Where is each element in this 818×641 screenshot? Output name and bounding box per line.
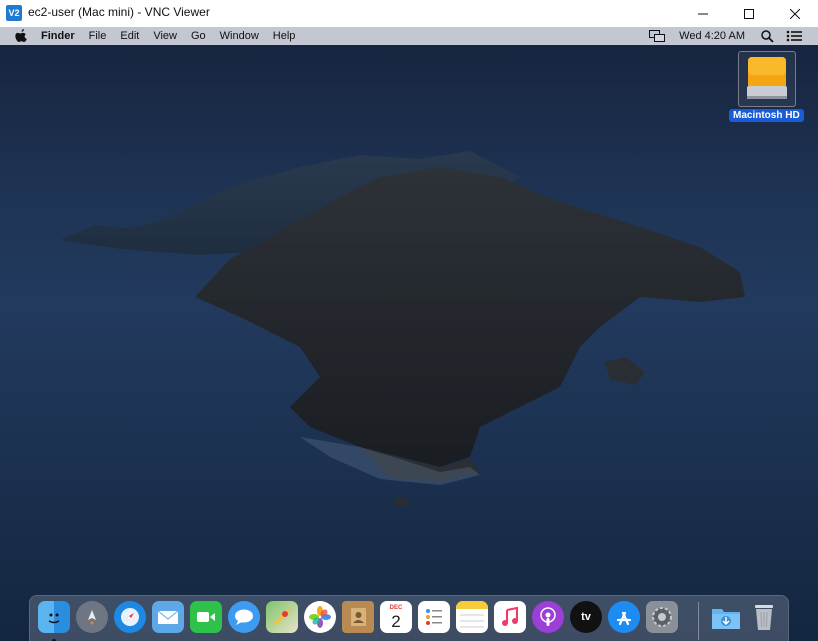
minimize-icon [698, 13, 708, 14]
calendar-month: DEC [389, 605, 403, 611]
trash-icon[interactable] [748, 601, 780, 633]
mail-icon[interactable] [152, 601, 184, 633]
downloads-icon[interactable] [710, 601, 742, 633]
facetime-icon[interactable] [190, 601, 222, 633]
podcasts-icon[interactable] [532, 601, 564, 633]
spotlight-search-icon[interactable] [761, 29, 774, 43]
window-title-bar: V2 ec2-user (Mac mini) - VNC Viewer [0, 0, 818, 28]
maximize-button[interactable] [726, 0, 772, 27]
hard-drive-icon [747, 57, 787, 99]
contacts-icon[interactable] [342, 601, 374, 633]
apple-menu-icon[interactable] [15, 29, 28, 43]
menu-bar-clock[interactable]: Wed 4:20 AM [679, 30, 745, 42]
screen-mirroring-icon[interactable] [649, 30, 666, 42]
apple-tv-icon[interactable]: tv [570, 601, 602, 633]
maximize-icon [744, 8, 754, 19]
menu-bar-extras: Wed 4:20 AM [637, 27, 818, 45]
close-icon [790, 8, 800, 19]
dock: DEC 2 tv [29, 595, 789, 641]
remote-desktop[interactable]: Finder File Edit View Go Window Help Wed… [0, 27, 818, 641]
calendar-day: 2 [391, 612, 401, 631]
launchpad-icon[interactable] [76, 601, 108, 633]
music-icon[interactable] [494, 601, 526, 633]
catalina-wallpaper [60, 151, 745, 507]
menu-view[interactable]: View [153, 30, 177, 42]
menu-file[interactable]: File [89, 30, 107, 42]
close-button[interactable] [772, 0, 818, 27]
maps-icon[interactable] [266, 601, 298, 633]
menu-help[interactable]: Help [273, 30, 296, 42]
reminders-icon[interactable] [418, 601, 450, 633]
menu-window[interactable]: Window [220, 30, 259, 42]
system-preferences-icon[interactable] [646, 601, 678, 633]
window-title: ec2-user (Mac mini) - VNC Viewer [28, 5, 210, 19]
mac-menu-bar: Finder File Edit View Go Window Help Wed… [0, 27, 818, 45]
macintosh-hd-drive[interactable] [738, 51, 796, 107]
app-store-icon[interactable] [608, 601, 640, 633]
menu-edit[interactable]: Edit [120, 30, 139, 42]
vnc-viewer-app-icon[interactable]: V2 [6, 5, 22, 21]
messages-icon[interactable] [228, 601, 260, 633]
macintosh-hd-label[interactable]: Macintosh HD [729, 109, 804, 122]
dock-separator [698, 602, 699, 640]
menu-finder[interactable]: Finder [41, 30, 75, 42]
menu-go[interactable]: Go [191, 30, 206, 42]
minimize-button[interactable] [680, 0, 726, 27]
photos-icon[interactable] [304, 601, 336, 633]
notes-icon[interactable] [456, 601, 488, 633]
calendar-icon[interactable]: DEC 2 [380, 601, 412, 633]
notification-center-icon[interactable] [786, 30, 802, 42]
apple-tv-label: tv [581, 611, 591, 623]
safari-icon[interactable] [114, 601, 146, 633]
finder-icon[interactable] [38, 601, 70, 633]
